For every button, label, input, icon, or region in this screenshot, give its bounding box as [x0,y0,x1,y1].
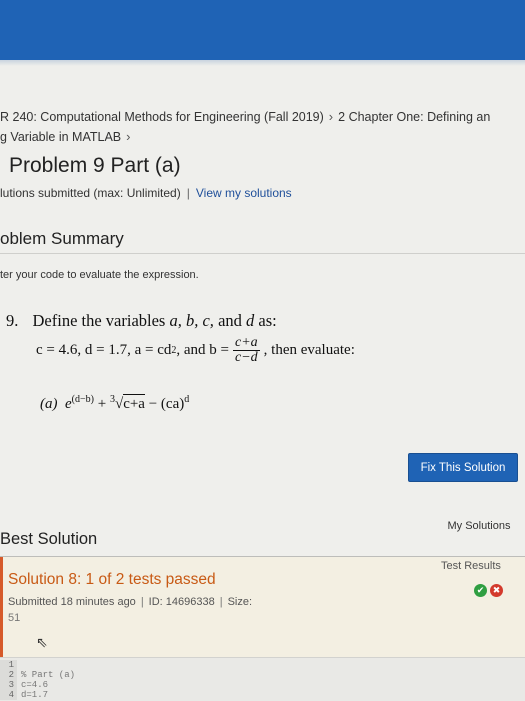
given-left: c = 4.6, d = 1.7, a = cd [36,342,172,358]
instruction-text: ter your code to evaluate the expression… [0,269,199,281]
submission-info: lutions submitted (max: Unlimited) | View … [0,186,292,200]
then-evaluate-text: , then evaluate: [263,342,355,358]
solution-id: ID: 14696338 [148,596,215,608]
code-line: 2 % Part (a) [0,670,75,680]
root-content: c+a [123,394,145,412]
breadcrumb-chapter-link[interactable]: 2 Chapter One: Defining an [338,110,490,124]
fraction-numerator: c+a [232,335,260,351]
card-accent-bar [0,557,3,657]
expr-plus: + [97,396,107,412]
line-number: 4 [0,690,17,700]
define-text: Define the variables [32,311,166,330]
expression: (a) e(d−b) + 3√c+a − (ca)d [40,394,189,413]
size-label: Size: [227,596,253,608]
variable-d: d [246,311,255,330]
and-word: and [218,311,242,330]
line-number: 2 [0,670,17,680]
submitted-time: Submitted 18 minutes ago [8,596,136,608]
fraction: c+a c−d [232,335,260,365]
line-number: 1 [0,660,17,670]
fraction-denominator: c−d [234,350,258,365]
breadcrumb: R 240: Computational Methods for Enginee… [0,107,525,147]
topbar-shadow [0,60,525,66]
fix-this-solution-button[interactable]: Fix This Solution [408,453,518,482]
page-title: Problem 9 Part (a) [9,154,181,177]
code-line: 3 c=4.6 [0,680,48,690]
breadcrumb-course-link[interactable]: R 240: Computational Methods for Enginee… [0,110,324,124]
sqrt-icon: √ [114,396,124,412]
solution-meta: Submitted 18 minutes ago | ID: 14696338 | Si… [8,596,252,608]
expr-power: d [184,394,190,405]
top-navigation-bar [0,0,525,60]
my-solutions-tab[interactable]: My Solutions [446,518,512,535]
mouse-cursor-icon: ⇖ [36,634,48,650]
divider: | [140,596,144,608]
divider [0,253,525,254]
solution-title[interactable]: Solution 8: 1 of 2 tests passed [8,571,216,589]
part-label: (a) [40,396,58,412]
test-results-label: Test Results [441,560,501,572]
code-viewer[interactable]: 1 2 % Part (a) 3 c=4.6 4 d=1.7 [0,657,525,701]
and-b-text: , and b = [176,342,229,358]
breadcrumb-course-link-continued[interactable]: g Variable in MATLAB [0,130,121,144]
view-my-solutions-link[interactable]: View my solutions [196,186,292,200]
line-number: 3 [0,680,17,690]
problem-summary-heading: oblem Summary [0,229,124,248]
best-solution-heading: Best Solution [0,530,98,548]
code-text: % Part (a) [21,670,76,680]
x-circle-icon: ✖ [490,584,503,597]
problem-number: 9. [6,311,19,330]
size-value: 51 [8,612,21,624]
chevron-right-icon: › [126,129,131,144]
code-line: 1 [0,660,21,670]
as-word: as: [258,311,277,330]
problem-statement: 9. Define the variables a, b, c, and d a… [6,311,277,331]
check-circle-icon: ✔ [474,584,487,597]
submissions-max-text: lutions submitted (max: Unlimited) [0,186,181,200]
solution-card[interactable]: Solution 8: 1 of 2 tests passed Test Res… [0,557,525,657]
divider: | [219,596,223,608]
variable-list: a, b, c, [169,311,214,330]
chevron-right-icon: › [328,109,334,124]
code-text: c=4.6 [21,680,49,690]
code-text: d=1.7 [21,690,49,700]
expr-minus-term: − (ca) [148,396,185,412]
expr-exponent: (d−b) [71,394,94,405]
divider: | [186,186,190,200]
code-line: 4 d=1.7 [0,690,48,700]
expr-base: e [65,396,72,412]
given-values: c = 4.6, d = 1.7, a = cd 2 , and b = c+a … [36,336,355,365]
